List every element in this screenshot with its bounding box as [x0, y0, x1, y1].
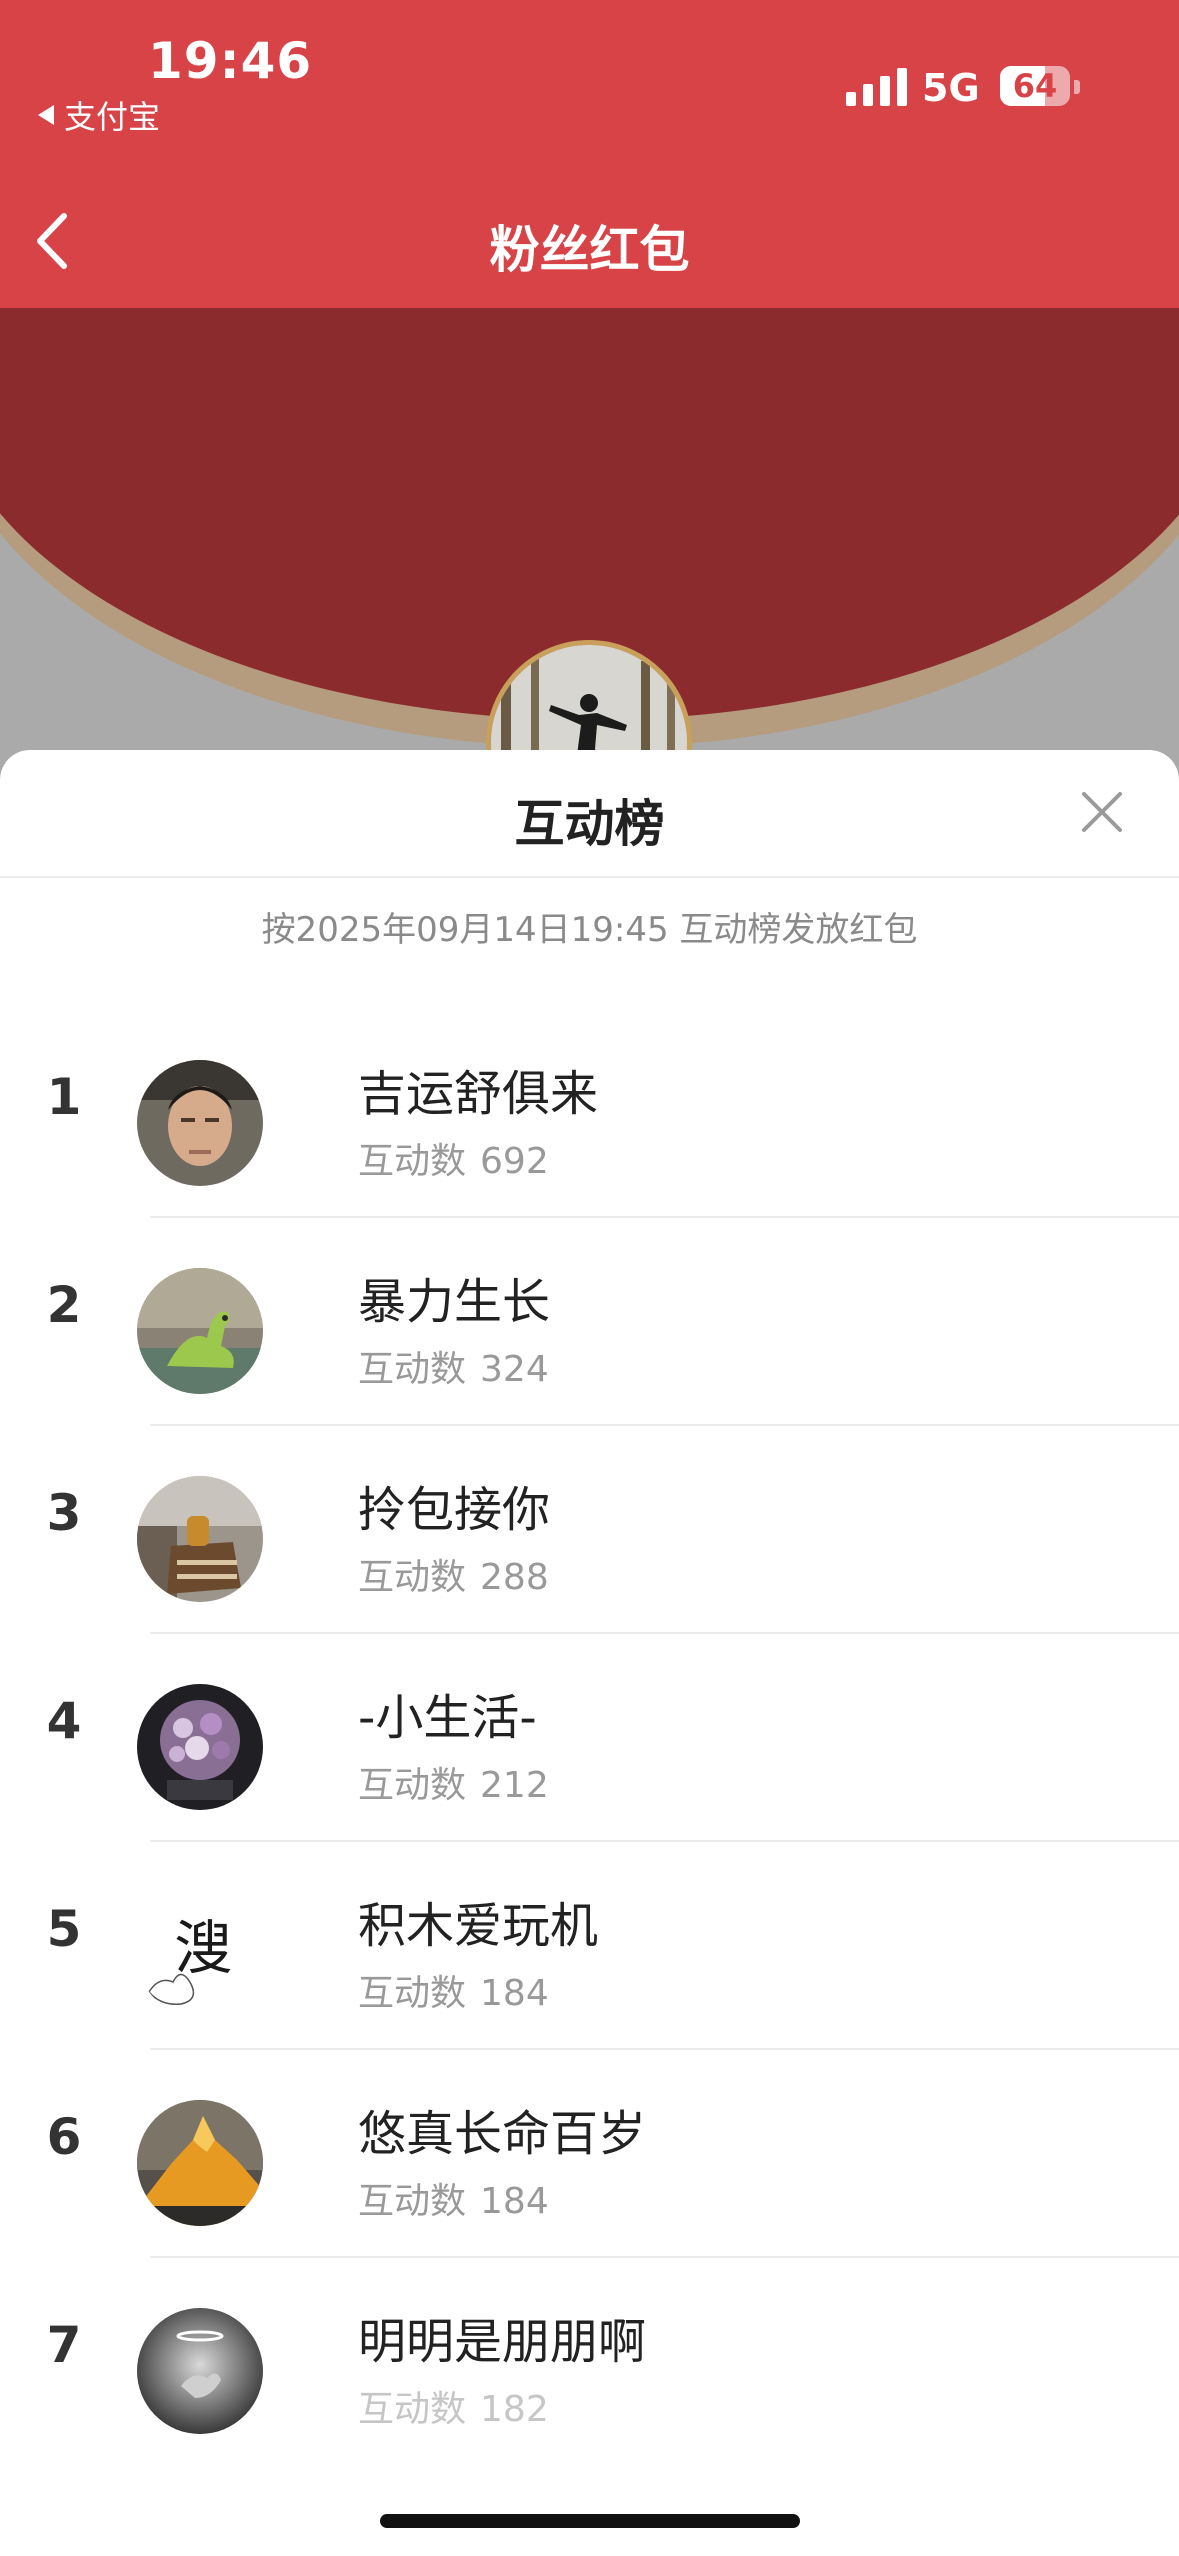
interaction-count: 互动数 184: [358, 1964, 549, 2016]
battery-percent: 64: [1012, 67, 1058, 105]
backdrop: [0, 308, 1179, 758]
user-name: 吉运舒俱来: [358, 1066, 599, 1122]
rank-number: 3: [46, 1484, 82, 1542]
user-name: -小生活-: [358, 1690, 537, 1746]
user-name: 悠真长命百岁: [358, 2106, 647, 2162]
close-button[interactable]: [1080, 790, 1124, 834]
battery-icon: 64: [1000, 66, 1070, 106]
interaction-count: 互动数 212: [358, 1756, 549, 1808]
network-type: 5G: [922, 66, 980, 110]
avatar-image: [137, 1476, 263, 1602]
interaction-count: 互动数 324: [358, 1340, 549, 1392]
user-avatar[interactable]: [137, 1060, 263, 1186]
interaction-count: 互动数 182: [358, 2380, 549, 2432]
back-app-label: 支付宝: [64, 98, 161, 136]
user-name: 暴力生长: [358, 1274, 551, 1330]
user-name: 积木爱玩机: [358, 1898, 599, 1954]
avatar-image: [137, 1684, 263, 1810]
interaction-count-label: 互动数: [358, 1973, 467, 2014]
ranking-row[interactable]: 6 悠真长命百岁 互动数 184: [0, 2050, 1179, 2258]
close-icon: [1082, 792, 1122, 832]
user-avatar[interactable]: [137, 1268, 263, 1394]
user-name: 明明是朋朋啊: [358, 2314, 647, 2370]
distribution-notice: 按2025年09月14日19:45 互动榜发放红包: [261, 910, 918, 950]
ranking-row[interactable]: 4 -小生活- 互动数 212: [0, 1634, 1179, 1842]
user-avatar[interactable]: [137, 2100, 263, 2226]
interaction-count-value: 692: [480, 1141, 549, 1182]
rank-number: 1: [46, 1068, 82, 1126]
ranking-sheet: 互动榜 按2025年09月14日19:45 互动榜发放红包 1 吉运舒俱来 互动…: [0, 750, 1179, 2556]
interaction-count-value: 324: [480, 1349, 549, 1390]
cellular-signal-icon: [846, 66, 907, 106]
rank-number: 4: [46, 1692, 82, 1750]
ranking-row[interactable]: 5 溲 积木爱玩机 互动数 184: [0, 1842, 1179, 2050]
rank-number: 5: [46, 1900, 82, 1958]
ranking-row[interactable]: 7 明明是朋朋啊 互动数 182: [0, 2258, 1179, 2466]
user-avatar[interactable]: [137, 2308, 263, 2434]
back-to-app-link[interactable]: 支付宝: [38, 92, 160, 138]
interaction-count: 互动数 288: [358, 1548, 549, 1600]
ranking-row[interactable]: 1 吉运舒俱来 互动数 692: [0, 1010, 1179, 1218]
status-time: 19:46: [148, 32, 313, 90]
avatar-calligraphy: 溲: [174, 1914, 232, 1982]
rank-number: 2: [46, 1276, 82, 1334]
interaction-count: 互动数 184: [358, 2172, 549, 2224]
interaction-count-value: 212: [480, 1765, 549, 1806]
interaction-count-label: 互动数: [358, 2389, 467, 2430]
interaction-count-label: 互动数: [358, 1557, 467, 1598]
back-triangle-icon: [38, 105, 54, 125]
interaction-count: 互动数 692: [358, 1132, 549, 1184]
avatar-image: [137, 1268, 263, 1394]
interaction-count-label: 互动数: [358, 1141, 467, 1182]
avatar-image: [137, 1060, 263, 1186]
interaction-count-value: 184: [480, 1973, 549, 2014]
interaction-count-value: 184: [480, 2181, 549, 2222]
battery-cap: [1074, 80, 1080, 94]
user-avatar[interactable]: [137, 1684, 263, 1810]
interaction-count-value: 288: [480, 1557, 549, 1598]
rank-number: 7: [46, 2316, 82, 2374]
user-avatar[interactable]: 溲: [137, 1892, 263, 2018]
rank-number: 6: [46, 2108, 82, 2166]
avatar-image: [137, 2308, 263, 2434]
interaction-count-label: 互动数: [358, 1349, 467, 1390]
ranking-row[interactable]: 2 暴力生长 互动数 324: [0, 1218, 1179, 1426]
user-avatar[interactable]: [137, 1476, 263, 1602]
user-name: 拎包接你: [358, 1482, 551, 1538]
ranking-row[interactable]: 3 拎包接你 互动数 288: [0, 1426, 1179, 1634]
header-bar: 19:46 支付宝 5G 64 粉丝红包: [0, 0, 1179, 308]
avatar-image: 溲: [137, 1892, 263, 2018]
interaction-count-label: 互动数: [358, 2181, 467, 2222]
page-title: 粉丝红包: [489, 221, 690, 279]
sheet-header-divider: [0, 876, 1179, 878]
home-indicator[interactable]: [380, 2514, 800, 2528]
interaction-count-label: 互动数: [358, 1765, 467, 1806]
ranking-list: 1 吉运舒俱来 互动数 692 2 暴力生长 互动数 324 3 拎包接你 互动…: [0, 1010, 1179, 2466]
interaction-count-value: 182: [480, 2389, 549, 2430]
avatar-image: [137, 2100, 263, 2226]
sheet-title: 互动榜: [514, 795, 665, 853]
